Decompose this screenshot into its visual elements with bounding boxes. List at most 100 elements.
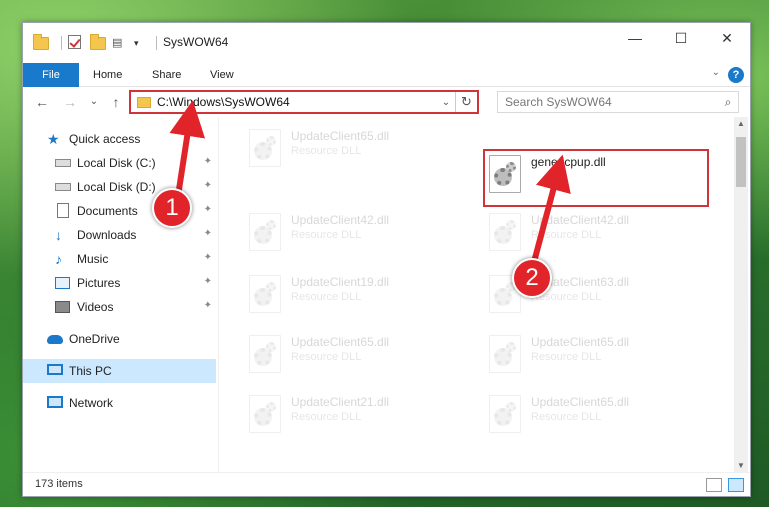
pin-icon: ✦ — [203, 204, 212, 215]
file-name: UpdateClient21.dll — [291, 395, 390, 409]
window-title: SysWOW64 — [163, 35, 229, 49]
maximize-button[interactable]: ☐ — [658, 23, 704, 53]
close-button[interactable]: ✕ — [704, 23, 750, 53]
details-view-button[interactable] — [706, 478, 722, 492]
file-item[interactable]: UpdateClient65.dll Resource DLL — [485, 391, 715, 447]
file-item[interactable]: UpdateClient65.dll Resource DLL — [245, 331, 475, 387]
file-name: UpdateClient65.dll — [531, 395, 630, 409]
file-type: Resource DLL — [291, 145, 362, 157]
item-count: 173 items — [35, 478, 83, 490]
scroll-up-icon[interactable]: ▲ — [734, 117, 748, 131]
file-item[interactable]: UpdateClient21.dll Resource DLL — [245, 391, 475, 447]
back-button[interactable]: ← — [33, 92, 51, 112]
navigation-pane: ★ Quick access Local Disk (C:) ✦ Local D… — [23, 123, 218, 473]
title-bar: ▤ ▾ SysWOW64 — ☐ ✕ — [23, 23, 750, 63]
sidebar-item-label: Local Disk (C:) — [77, 156, 156, 170]
file-type: Resource DLL — [291, 229, 362, 241]
network-icon — [47, 395, 63, 411]
tab-view[interactable]: View — [200, 63, 244, 87]
sidebar-item-label: Videos — [77, 300, 114, 314]
file-name: UpdateClient65.dll — [291, 335, 390, 349]
file-type: Resource DLL — [531, 229, 602, 241]
refresh-button[interactable]: ↻ — [455, 92, 477, 112]
file-item[interactable]: UpdateClient42.dll Resource DLL — [245, 209, 475, 265]
cloud-icon — [47, 331, 63, 347]
sidebar-item-downloads[interactable]: ↓ Downloads ✦ — [23, 223, 216, 247]
videos-icon — [55, 299, 71, 315]
sidebar-item-pictures[interactable]: Pictures ✦ — [23, 271, 216, 295]
tab-home[interactable]: Home — [83, 63, 132, 87]
view-options-icon[interactable]: ▤ — [112, 35, 128, 51]
search-box[interactable]: Search SysWOW64 ⌕ — [497, 91, 739, 113]
sidebar-item-label: OneDrive — [69, 332, 120, 346]
pin-icon: ✦ — [203, 228, 212, 239]
file-item[interactable]: UpdateClient65.dll Resource DLL — [485, 331, 715, 387]
disk-icon — [55, 155, 71, 171]
sidebar-item-label: Music — [77, 252, 109, 266]
minimize-button[interactable]: — — [612, 23, 658, 53]
sidebar-item-local-disk-c[interactable]: Local Disk (C:) ✦ — [23, 151, 216, 175]
file-name: UpdateClient42.dll — [291, 213, 390, 227]
sidebar-item-onedrive[interactable]: OneDrive — [23, 327, 216, 351]
dll-file-icon — [249, 335, 281, 373]
pictures-icon — [55, 275, 71, 291]
up-button[interactable]: ↑ — [107, 92, 125, 112]
properties-icon[interactable] — [68, 35, 84, 51]
sidebar-item-label: Quick access — [69, 132, 141, 146]
navigation-bar: ← → ⌄ ↑ C:\Windows\SysWOW64 ⌄ ↻ Search S… — [23, 87, 750, 117]
new-folder-icon[interactable] — [90, 34, 106, 51]
tab-share[interactable]: Share — [142, 63, 191, 87]
address-bar[interactable]: C:\Windows\SysWOW64 ⌄ ↻ — [129, 90, 479, 114]
dll-file-icon — [249, 129, 281, 167]
customize-toolbar-icon[interactable]: ▾ — [134, 35, 144, 51]
sidebar-item-network[interactable]: Network — [23, 391, 216, 415]
sidebar-item-videos[interactable]: Videos ✦ — [23, 295, 216, 319]
file-type: Resource DLL — [291, 411, 362, 423]
quick-access-toolbar: ▤ ▾ — [33, 33, 163, 53]
file-item[interactable]: UpdateClient42.dll Resource DLL — [485, 209, 715, 265]
disk-icon — [55, 179, 71, 195]
file-name: UpdateClient65.dll — [531, 335, 630, 349]
sidebar-item-label: This PC — [69, 364, 112, 378]
expand-ribbon-icon[interactable]: ⌄ — [712, 67, 720, 78]
recent-locations-button[interactable]: ⌄ — [85, 92, 103, 112]
highlight-box-file — [483, 149, 709, 207]
file-type: Resource DLL — [531, 411, 602, 423]
toolbar-separator — [156, 36, 157, 50]
search-input[interactable]: Search SysWOW64 — [505, 95, 718, 109]
ribbon-tabs: File Home Share View ⌄ ? — [23, 63, 750, 87]
pin-icon: ✦ — [203, 252, 212, 263]
file-type: Resource DLL — [531, 351, 602, 363]
sidebar-item-this-pc[interactable]: This PC — [23, 359, 216, 383]
file-name: UpdateClient19.dll — [291, 275, 390, 289]
sidebar-item-quick-access[interactable]: ★ Quick access — [23, 127, 216, 151]
help-icon[interactable]: ? — [728, 67, 744, 83]
tab-file[interactable]: File — [23, 63, 79, 87]
file-explorer-window: ▤ ▾ SysWOW64 — ☐ ✕ File Home Share View … — [22, 22, 751, 497]
scroll-thumb[interactable] — [736, 137, 746, 187]
file-name: UpdateClient42.dll — [531, 213, 630, 227]
sidebar-item-label: Pictures — [77, 276, 121, 290]
status-bar: 173 items — [23, 472, 750, 496]
file-item[interactable]: UpdateClient19.dll Resource DLL — [245, 271, 475, 327]
file-type: Resource DLL — [291, 291, 362, 303]
star-icon: ★ — [47, 131, 60, 147]
file-type: Resource DLL — [291, 351, 362, 363]
sidebar-item-label: Documents — [77, 204, 138, 218]
pin-icon: ✦ — [203, 276, 212, 287]
address-dropdown-icon[interactable]: ⌄ — [437, 97, 455, 108]
sidebar-item-label: Local Disk (D:) — [77, 180, 156, 194]
dll-file-icon — [489, 213, 521, 251]
pin-icon: ✦ — [203, 180, 212, 191]
dll-file-icon — [489, 335, 521, 373]
scroll-down-icon[interactable]: ▼ — [734, 459, 748, 473]
search-icon: ⌕ — [724, 94, 732, 109]
dll-file-icon — [249, 395, 281, 433]
file-item[interactable]: UpdateClient65.dll Resource DLL — [245, 125, 475, 181]
pin-icon: ✦ — [203, 156, 212, 167]
forward-button[interactable]: → — [61, 92, 79, 112]
address-path[interactable]: C:\Windows\SysWOW64 — [157, 95, 437, 109]
sidebar-item-music[interactable]: ♪ Music ✦ — [23, 247, 216, 271]
vertical-scrollbar[interactable]: ▲ ▼ — [734, 117, 748, 473]
large-icons-view-button[interactable] — [728, 478, 744, 492]
